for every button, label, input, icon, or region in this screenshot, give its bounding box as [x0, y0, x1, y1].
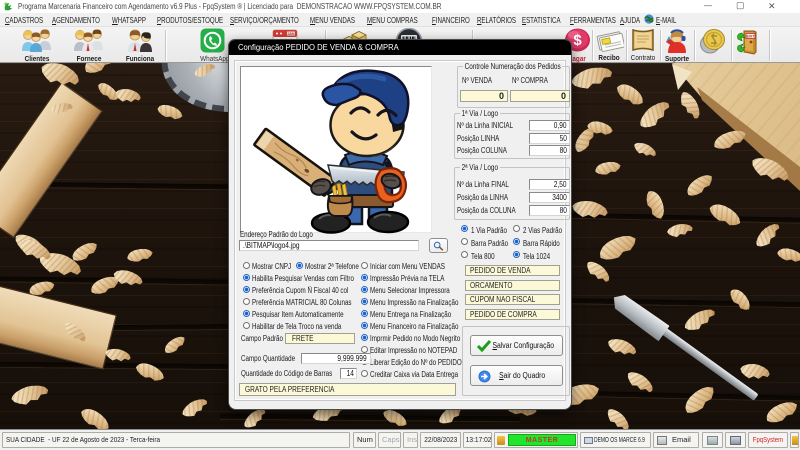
- svg-text:JAN: JAN: [287, 32, 294, 36]
- svg-text:$: $: [573, 32, 582, 49]
- svg-text:EXIT: EXIT: [746, 35, 755, 39]
